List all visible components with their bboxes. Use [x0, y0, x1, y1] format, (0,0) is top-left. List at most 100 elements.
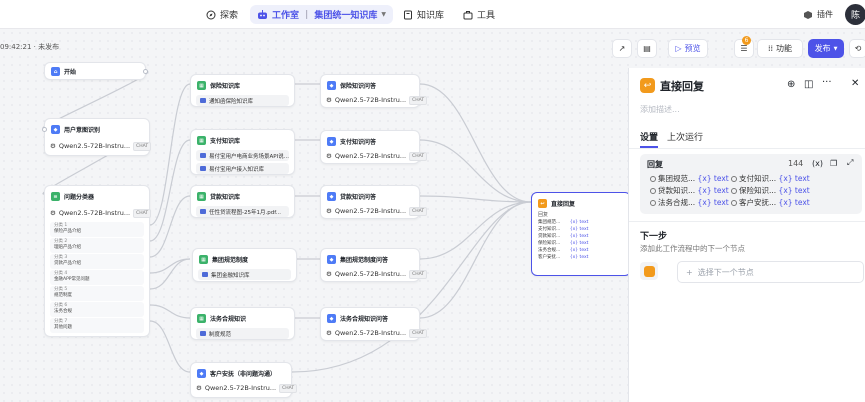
model-icon: ⚙ — [196, 384, 202, 392]
model-name: Qwen2.5-72B-Instru... — [58, 209, 131, 217]
grid-icon: ⁞⁞ — [767, 44, 774, 53]
node-kb-legal[interactable]: ▦ 法务合规知识 制度规范 — [190, 307, 295, 340]
history-button[interactable]: ⟲ — [849, 39, 865, 58]
node-intent[interactable]: ◆ 用户意图识别 ⚙ Qwen2.5-72B-Instru... CHAT — [42, 118, 152, 156]
model-icon: ⚙ — [50, 142, 56, 150]
node-kb-insurance[interactable]: ▦ 保险知识库 通知函保险知识库 — [190, 74, 295, 107]
folder-icon — [200, 153, 206, 158]
reply-icon: ↩ — [538, 199, 547, 208]
select-next-node[interactable]: + 选择下一个节点 — [677, 261, 864, 283]
kb-item: 易付宝用户电商业务场景API说... — [196, 150, 289, 161]
node-kb-payment[interactable]: ▦ 支付知识库 易付宝用户电商业务场景API说... 易付宝用户接入知识库 — [190, 129, 295, 175]
more-icon[interactable]: ··· — [822, 77, 832, 88]
chat-tag: CHAT — [409, 206, 428, 216]
node-customer-soothe[interactable]: ◆ 客户安抚（非问题沟通） ⚙ Qwen2.5-72B-Instru... CHAT — [190, 362, 298, 398]
target-icon[interactable]: ⊕ — [787, 79, 795, 90]
node-answer-legal[interactable]: ◆ 法务合规知识问答 ⚙ Qwen2.5-72B-Instru... CHAT — [320, 307, 428, 341]
model-icon: ⚙ — [326, 96, 332, 104]
node-start[interactable]: ⌂ 开始 — [44, 62, 148, 80]
folder-icon — [200, 209, 206, 214]
split-view-icon[interactable]: ◫ — [804, 79, 813, 90]
node-start-title: 开始 — [64, 69, 77, 76]
toolbox-icon — [462, 9, 473, 20]
node-classifier[interactable]: ≡ 问题分类器 ⚙ Qwen2.5-72B-Instru... CHAT 分类 1 保险… — [44, 185, 152, 337]
llm-icon: ◆ — [327, 81, 336, 90]
folder-icon — [200, 98, 206, 103]
var-circle-icon — [731, 200, 737, 206]
node-kb-regulations[interactable]: ▦ 集团规范制度 集团金融知识库 — [192, 248, 297, 282]
terminal-icon: ▤ — [643, 44, 651, 53]
class-item: 分类 1 保险产品介绍 — [50, 222, 144, 237]
reply-label: 回复 — [538, 212, 549, 218]
reply-var: 客户安抚... {x} text — [731, 197, 810, 208]
node-title: 集团规范制度问答 — [340, 257, 389, 264]
var-circle-icon — [731, 176, 737, 182]
node-kb-loan[interactable]: ▦ 贷款知识库 任性贷流程图-25年1月.pdf... — [190, 185, 295, 218]
nav-explore-label: 探索 — [220, 11, 239, 21]
node-title: 法务合规知识 — [210, 316, 247, 323]
node-answer-insurance[interactable]: ◆ 保险知识问答 ⚙ Qwen2.5-72B-Instru... CHAT — [320, 74, 428, 108]
knowledge-icon: ▦ — [197, 192, 206, 201]
llm-icon: ◆ — [327, 192, 336, 201]
robot-icon — [257, 9, 268, 20]
functions-label: 功能 — [776, 44, 793, 53]
reply-content-box[interactable]: 回复 144 (x) ❐ ⤢ 集团规范... {x} text 支付知识... … — [640, 154, 862, 214]
variable-icon[interactable]: (x) — [812, 159, 823, 168]
nav-tools[interactable]: 工具 — [462, 5, 495, 24]
publish-label: 发布 — [814, 44, 831, 53]
debug-button[interactable]: ▤ — [637, 39, 657, 58]
chat-tag: CHAT — [133, 141, 152, 151]
reply-label: 回复 — [647, 160, 663, 169]
nav-divider: | — [305, 9, 309, 20]
node-answer-regulations[interactable]: ◆ 集团规范制度问答 ⚙ Qwen2.5-72B-Instru... CHAT — [320, 248, 428, 282]
cube-icon — [802, 9, 813, 20]
book-icon — [402, 9, 413, 20]
next-step-desc: 添加此工作流程中的下一个节点 — [640, 244, 745, 253]
description-input[interactable]: 添加描述... — [640, 104, 680, 115]
node-title: 客户安抚（非问题沟通） — [210, 371, 277, 378]
functions-button[interactable]: ⁞⁞ 功能 — [757, 39, 803, 58]
top-bar: 探索 工作室 | 集团统一知识库 ▼ 知识库 工具 插件 陈 — [0, 0, 865, 29]
class-item: 分类 3 贷款产品介绍 — [50, 254, 144, 269]
nav-studio-label: 工作室 — [272, 11, 300, 21]
output-port[interactable] — [143, 69, 148, 74]
node-direct-reply[interactable]: ↩ 直接回复 回复 集团规范... {x} text 支付知识... {x} te… — [531, 192, 631, 276]
copy-icon[interactable]: ❐ — [830, 159, 837, 168]
reply-var: 贷款知识... {x} text — [650, 185, 729, 196]
chat-tag: CHAT — [133, 208, 152, 218]
panel-title[interactable]: 直接回复 — [660, 78, 704, 94]
share-button[interactable]: ↗ — [612, 39, 632, 58]
avatar[interactable]: 陈 — [845, 4, 865, 25]
llm-icon: ◆ — [327, 137, 336, 146]
reply-var: 法务合规... {x} text — [650, 197, 729, 208]
llm-icon: ◆ — [327, 314, 336, 323]
nav-knowledge[interactable]: 知识库 — [402, 5, 444, 24]
publish-button[interactable]: 发布 ▼ — [808, 39, 844, 58]
kb-item: 通知函保险知识库 — [196, 95, 289, 106]
home-icon: ⌂ — [51, 67, 60, 76]
kb-item: 任性贷流程图-25年1月.pdf... — [196, 206, 289, 217]
tab-last-run[interactable]: 上次运行 — [667, 130, 703, 143]
expand-icon[interactable]: ⤢ — [847, 158, 853, 168]
knowledge-icon: ▦ — [197, 136, 206, 145]
input-port[interactable] — [42, 127, 47, 132]
close-icon[interactable]: ✕ — [851, 78, 859, 89]
next-step-title: 下一步 — [640, 232, 668, 242]
preview-button[interactable]: ▷ 预览 — [668, 39, 708, 58]
node-answer-loan[interactable]: ◆ 贷款知识问答 ⚙ Qwen2.5-72B-Instru... CHAT — [320, 185, 428, 219]
select-next-label: 选择下一个节点 — [697, 267, 754, 277]
chevron-down-icon: ▼ — [833, 45, 838, 52]
nav-studio[interactable]: 工作室 | 集团统一知识库 ▼ — [250, 5, 393, 24]
llm-icon: ◆ — [51, 125, 60, 134]
node-intent-title: 用户意图识别 — [64, 127, 101, 134]
reply-var: 集团规范... {x} text — [650, 173, 729, 184]
node-title: 贷款知识问答 — [340, 194, 377, 201]
panel-reply-icon: ↩ — [640, 78, 655, 93]
tab-settings[interactable]: 设置 — [640, 130, 658, 143]
node-settings-panel: ↩ 直接回复 ⊕ ◫ ··· ✕ 添加描述... 设置 上次运行 回复 144 … — [628, 68, 865, 402]
nav-explore[interactable]: 探索 — [205, 5, 238, 24]
llm-icon: ◆ — [327, 255, 336, 264]
node-answer-payment[interactable]: ◆ 支付知识问答 ⚙ Qwen2.5-72B-Instru... CHAT — [320, 130, 428, 164]
nav-plugins[interactable]: 插件 — [802, 5, 833, 24]
class-item: 分类 4 金融APP常见问题 — [50, 270, 144, 285]
